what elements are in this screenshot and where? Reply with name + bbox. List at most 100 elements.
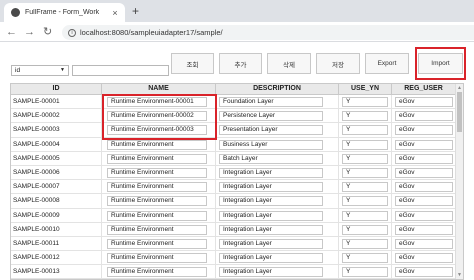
url-text[interactable]: localhost:8080/sampleuiadapter17/sample/	[80, 28, 223, 37]
name-input[interactable]: Runtime Environment	[107, 182, 207, 193]
id-cell: SAMPLE-00009	[11, 208, 102, 222]
name-cell: Runtime Environment	[102, 208, 216, 222]
use-yn-input[interactable]: Y	[342, 97, 388, 107]
reg-user-input[interactable]: eGov	[395, 182, 453, 193]
name-input[interactable]: Runtime Environment	[107, 139, 207, 150]
name-input[interactable]: Runtime Environment	[107, 196, 207, 207]
description-input[interactable]: Integration Layer	[219, 238, 323, 249]
use-yn-input[interactable]: Y	[342, 224, 388, 235]
reg-user-input[interactable]: eGov	[395, 253, 453, 264]
description-input[interactable]: Integration Layer	[219, 182, 323, 193]
table-row[interactable]: SAMPLE-00005 Runtime Environment Batch Lay…	[11, 151, 456, 166]
description-input[interactable]: Batch Layer	[219, 153, 323, 164]
export-button[interactable]: Export	[365, 53, 409, 74]
name-cell: Runtime Environment	[102, 265, 216, 279]
description-input[interactable]: Persistence Layer	[219, 111, 323, 122]
back-icon[interactable]: ←	[6, 24, 17, 40]
description-input[interactable]: Integration Layer	[219, 196, 323, 207]
name-input[interactable]: Runtime Environment	[107, 167, 207, 178]
description-input[interactable]: Business Layer	[219, 139, 323, 150]
reg-user-input[interactable]: eGov	[395, 167, 453, 178]
description-input[interactable]: Presentation Layer	[219, 125, 323, 136]
reg-user-input[interactable]: eGov	[395, 111, 453, 122]
reg-user-cell: eGov	[392, 208, 456, 222]
use-yn-cell: Y	[339, 151, 392, 165]
use-yn-cell: Y	[339, 265, 392, 279]
reg-user-input[interactable]: eGov	[395, 153, 453, 164]
reg-user-input[interactable]: eGov	[395, 267, 453, 278]
scroll-up-icon[interactable]: ▲	[457, 85, 462, 91]
search-field-select[interactable]: id ▼	[11, 65, 69, 76]
use-yn-input[interactable]: Y	[342, 182, 388, 193]
table-row[interactable]: SAMPLE-00010 Runtime Environment Integrati…	[11, 222, 456, 237]
name-input[interactable]: Runtime Environment	[107, 238, 207, 249]
column-header-use-yn[interactable]: USE_YN	[339, 84, 392, 94]
close-icon[interactable]: ×	[109, 8, 121, 18]
reg-user-input[interactable]: eGov	[395, 224, 453, 235]
description-input[interactable]: Foundation Layer	[219, 97, 323, 107]
reg-user-input[interactable]: eGov	[395, 139, 453, 150]
use-yn-input[interactable]: Y	[342, 253, 388, 264]
table-row[interactable]: SAMPLE-00011 Runtime Environment Integrati…	[11, 236, 456, 252]
reg-user-input[interactable]: eGov	[395, 97, 453, 107]
use-yn-input[interactable]: Y	[342, 196, 388, 207]
column-header-description[interactable]: DESCRIPTION	[216, 84, 339, 94]
reg-user-input[interactable]: eGov	[395, 196, 453, 207]
use-yn-input[interactable]: Y	[342, 167, 388, 178]
delete-button[interactable]: 삭제	[267, 53, 311, 74]
use-yn-input[interactable]: Y	[342, 267, 388, 278]
use-yn-input[interactable]: Y	[342, 210, 388, 221]
column-header-reg-user[interactable]: REG_USER	[392, 84, 456, 94]
use-yn-input[interactable]: Y	[342, 125, 388, 136]
name-cell: Runtime Environment	[102, 151, 216, 165]
table-row[interactable]: SAMPLE-00002 Runtime Environment-00002 Per…	[11, 109, 456, 124]
address-bar[interactable]: i localhost:8080/sampleuiadapter17/sampl…	[62, 25, 474, 40]
table-row[interactable]: SAMPLE-00004 Runtime Environment Business …	[11, 137, 456, 152]
new-tab-button[interactable]: +	[132, 4, 139, 18]
search-input[interactable]	[72, 65, 169, 76]
search-button[interactable]: 조회	[171, 53, 214, 74]
table-row[interactable]: SAMPLE-00008 Runtime Environment Integrati…	[11, 194, 456, 209]
reg-user-input[interactable]: eGov	[395, 210, 453, 221]
use-yn-cell: Y	[339, 236, 392, 251]
add-button[interactable]: 추가	[219, 53, 262, 74]
scroll-thumb[interactable]	[457, 92, 462, 132]
id-cell: SAMPLE-00012	[11, 251, 102, 265]
name-input[interactable]: Runtime Environment	[107, 210, 207, 221]
column-header-id[interactable]: ID	[11, 84, 102, 94]
reload-icon[interactable]: ↻	[43, 24, 52, 40]
use-yn-input[interactable]: Y	[342, 111, 388, 122]
description-input[interactable]: Integration Layer	[219, 210, 323, 221]
name-cell: Runtime Environment	[102, 180, 216, 194]
save-button[interactable]: 저장	[316, 53, 360, 74]
reg-user-cell: eGov	[392, 236, 456, 251]
table-row[interactable]: SAMPLE-00009 Runtime Environment Integrati…	[11, 208, 456, 223]
use-yn-input[interactable]: Y	[342, 139, 388, 150]
table-row[interactable]: SAMPLE-00013 Runtime Environment Integrati…	[11, 265, 456, 279]
browser-tab[interactable]: FullFrame - Form_Work ×	[4, 3, 125, 22]
name-input[interactable]: Runtime Environment	[107, 253, 207, 264]
description-input[interactable]: Integration Layer	[219, 224, 323, 235]
info-icon[interactable]: i	[68, 28, 76, 37]
use-yn-input[interactable]: Y	[342, 238, 388, 249]
reg-user-input[interactable]: eGov	[395, 125, 453, 136]
name-input[interactable]: Runtime Environment	[107, 224, 207, 235]
description-input[interactable]: Integration Layer	[219, 167, 323, 178]
description-input[interactable]: Integration Layer	[219, 253, 323, 264]
use-yn-input[interactable]: Y	[342, 153, 388, 164]
forward-icon[interactable]: →	[24, 24, 35, 40]
column-header-name[interactable]: NAME	[102, 84, 216, 94]
table-row[interactable]: SAMPLE-00003 Runtime Environment-00003 Pre…	[11, 123, 456, 138]
name-input[interactable]: Runtime Environment	[107, 153, 207, 164]
scroll-down-icon[interactable]: ▼	[457, 272, 462, 278]
name-input[interactable]: Runtime Environment	[107, 267, 207, 278]
description-input[interactable]: Integration Layer	[219, 267, 323, 278]
id-cell: SAMPLE-00007	[11, 180, 102, 194]
vertical-scrollbar[interactable]: ▲ ▼	[455, 84, 463, 279]
table-row[interactable]: SAMPLE-00007 Runtime Environment Integrati…	[11, 180, 456, 195]
table-row[interactable]: SAMPLE-00006 Runtime Environment Integrati…	[11, 165, 456, 181]
table-row[interactable]: SAMPLE-00001 Runtime Environment-00001 Fou…	[11, 95, 456, 110]
reg-user-input[interactable]: eGov	[395, 238, 453, 249]
table-row[interactable]: SAMPLE-00012 Runtime Environment Integrati…	[11, 251, 456, 266]
use-yn-cell: Y	[339, 180, 392, 194]
